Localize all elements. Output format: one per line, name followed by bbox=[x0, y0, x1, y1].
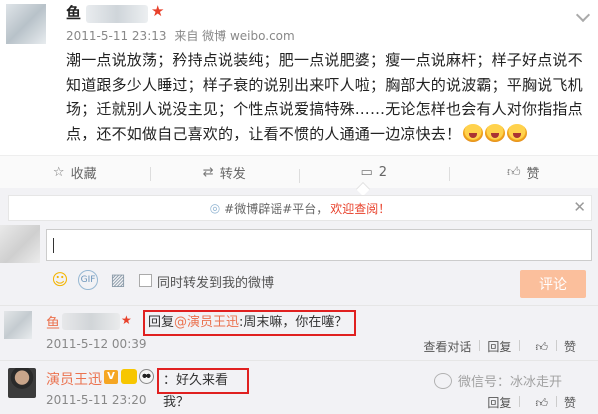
submit-comment-button[interactable]: 评论 bbox=[520, 270, 586, 298]
banner-link[interactable]: 欢迎查阅！ bbox=[330, 200, 390, 217]
topic-banner: ◎ #微博辟谣#平台， 欢迎查阅！ bbox=[8, 195, 592, 221]
like-button[interactable]: 👍︎ 赞 bbox=[448, 163, 598, 182]
repost-button[interactable]: ⇄ 转发 bbox=[149, 163, 300, 182]
favorite-button[interactable]: ☆ 收藏 bbox=[0, 163, 150, 182]
post-action-bar: ☆ 收藏 ⇄ 转发 ▭ 2 👍︎ 赞 bbox=[0, 155, 598, 188]
laughing-emoji-icon bbox=[507, 123, 528, 142]
comment-count: 2 bbox=[378, 164, 388, 180]
comment-button[interactable]: ▭ 2 bbox=[299, 164, 449, 183]
reply-author-blur bbox=[62, 313, 120, 330]
my-avatar bbox=[0, 225, 40, 263]
star-icon: ★ bbox=[151, 2, 165, 20]
author-avatar[interactable] bbox=[6, 4, 46, 44]
repost-icon: ⇄ bbox=[202, 164, 214, 180]
source-prefix: 来自 bbox=[174, 29, 199, 43]
reply-text: 回复@演员王迅:周末嘛，你在噻？ bbox=[143, 310, 356, 336]
repost-checkbox-label[interactable]: 同时转发到我的微博 bbox=[157, 272, 274, 291]
gif-icon[interactable]: GIF bbox=[78, 270, 98, 290]
verified-badge: V bbox=[104, 370, 118, 384]
thumbs-up-icon: 👍︎ bbox=[506, 164, 521, 180]
comment-input[interactable] bbox=[46, 229, 592, 261]
reply-link[interactable]: 回复 bbox=[479, 394, 519, 411]
repost-label: 转发 bbox=[219, 166, 246, 182]
repost-checkbox[interactable] bbox=[139, 274, 152, 287]
star-outline-icon: ☆ bbox=[52, 164, 65, 180]
like-label: 赞 bbox=[555, 394, 584, 411]
post-source[interactable]: 微博 weibo.com bbox=[202, 29, 295, 43]
info-icon: ◎ bbox=[209, 201, 221, 215]
favorite-label: 收藏 bbox=[70, 166, 97, 182]
wechat-icon bbox=[434, 372, 452, 389]
reply-actions: 回复 👍︎ 赞 bbox=[479, 394, 592, 411]
reply-text: ：好久来看我？ bbox=[157, 368, 249, 410]
wechat-watermark: 微信号：冰冰走开 bbox=[434, 371, 562, 390]
panda-icon bbox=[139, 369, 154, 384]
mention-link[interactable]: @演员王迅 bbox=[174, 315, 239, 330]
banner-topic[interactable]: #微博辟谣#平台， bbox=[224, 200, 328, 217]
close-icon[interactable]: ✕ bbox=[573, 198, 586, 216]
star-icon: ★ bbox=[121, 313, 132, 327]
post-content: 潮一点说放荡；矜持点说装纯；肥一点说肥婆；瘦一点说麻杆；样子好点说不知道跟多少人… bbox=[66, 48, 594, 146]
thumbs-up-icon: 👍︎ bbox=[535, 396, 548, 410]
watermark-text: 微信号：冰冰走开 bbox=[458, 375, 563, 390]
reply-author[interactable]: 鱼 bbox=[46, 313, 60, 333]
comment-icon: ▭ bbox=[360, 164, 373, 180]
image-icon[interactable]: ▨ bbox=[108, 270, 128, 290]
author-name-blur bbox=[86, 5, 148, 23]
reply-time: 2011-5-12 00:39 bbox=[46, 337, 147, 351]
laughing-emoji-icon bbox=[463, 123, 484, 142]
laughing-emoji-icon bbox=[485, 123, 506, 142]
reply-time: 2011-5-11 23:20 bbox=[46, 393, 147, 407]
reply-link[interactable]: 回复 bbox=[479, 338, 519, 355]
like-link[interactable]: 👍︎ 赞 bbox=[519, 338, 592, 355]
avatar[interactable] bbox=[4, 311, 32, 339]
like-label: 赞 bbox=[526, 166, 540, 182]
like-link[interactable]: 👍︎ 赞 bbox=[519, 394, 592, 411]
reply-author[interactable]: 演员王迅 bbox=[46, 369, 102, 389]
reply-prefix: 回复 bbox=[148, 315, 175, 330]
crown-icon bbox=[121, 369, 137, 384]
like-label: 赞 bbox=[555, 338, 584, 355]
emoji-icon[interactable]: ☺ bbox=[50, 270, 70, 290]
reply-actions: 查看对话 回复 👍︎ 赞 bbox=[415, 338, 592, 355]
post-time[interactable]: 2011-5-11 23:13 bbox=[66, 29, 167, 43]
avatar[interactable] bbox=[8, 368, 36, 398]
text-cursor bbox=[53, 238, 54, 253]
reply-body: :周末嘛，你在噻？ bbox=[239, 315, 348, 330]
thumbs-up-icon: 👍︎ bbox=[535, 340, 548, 354]
author-name[interactable]: 鱼 bbox=[66, 2, 81, 23]
post-meta: 2011-5-11 23:13 来自 微博 weibo.com bbox=[66, 27, 295, 44]
post-text: 潮一点说放荡；矜持点说装纯；肥一点说肥婆；瘦一点说麻杆；样子好点说不知道跟多少人… bbox=[66, 51, 583, 143]
view-conversation-link[interactable]: 查看对话 bbox=[415, 338, 479, 355]
